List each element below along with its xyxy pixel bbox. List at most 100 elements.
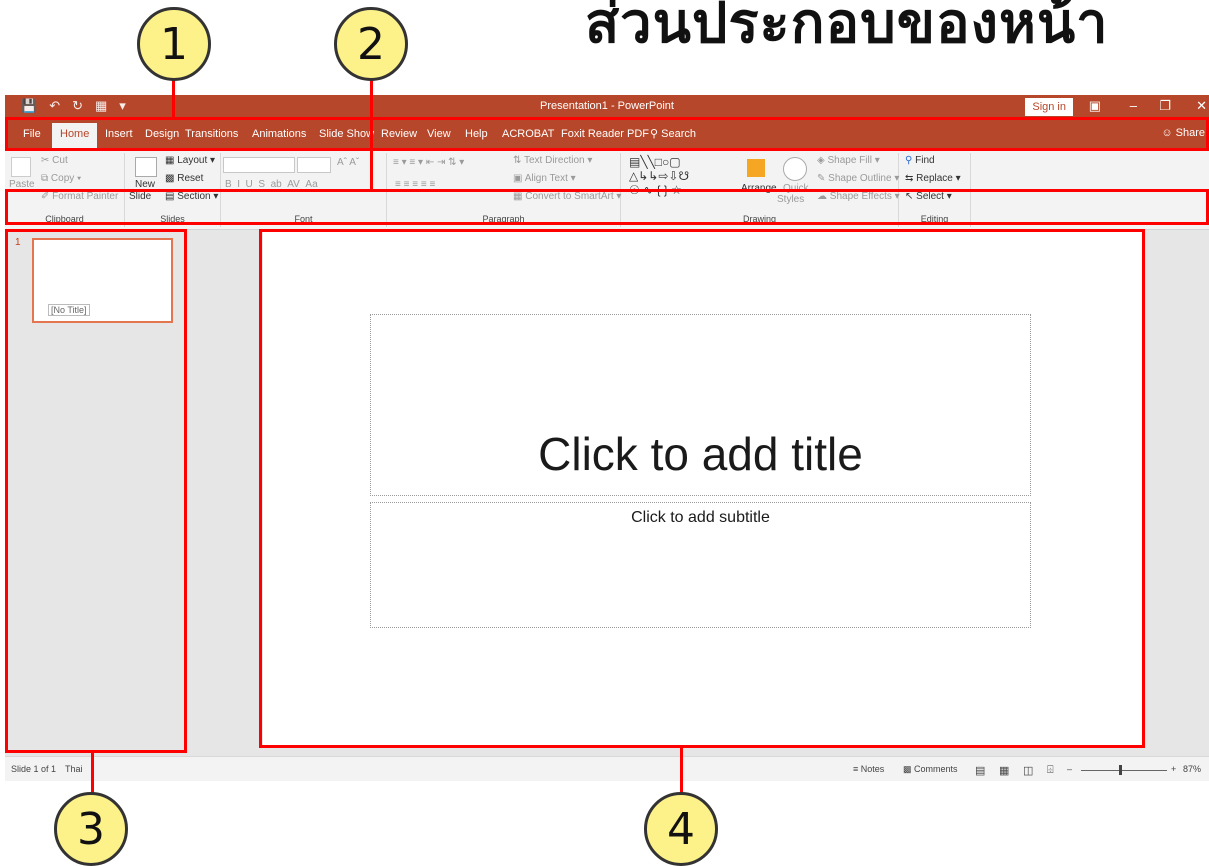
tab-review[interactable]: Review bbox=[377, 126, 421, 142]
group-editing: ⚲ Find ⇆ Replace ▾ ↖ Select ▾ Editing bbox=[899, 153, 971, 227]
close-icon[interactable]: ✕ bbox=[1196, 98, 1207, 114]
zoom-level[interactable]: 87% bbox=[1183, 764, 1201, 774]
slides-pane: 1 [No Title] bbox=[5, 230, 191, 756]
new-slide-icon bbox=[135, 157, 157, 177]
slide-thumbnail[interactable]: [No Title] bbox=[32, 238, 173, 323]
tab-animations[interactable]: Animations bbox=[248, 126, 310, 142]
normal-view-icon[interactable]: ▤ bbox=[975, 764, 985, 777]
convert-smartart-button[interactable]: ▦ Convert to SmartArt ▾ bbox=[513, 191, 621, 202]
group-drawing: ▤╲╲□○▢ △↳↳⇨⇩☋ ☉ ∿ { } ☆ Arrange Quick Styl… bbox=[621, 153, 900, 227]
connector-line-2 bbox=[370, 78, 373, 190]
slideshow-view-icon[interactable]: ⌹ bbox=[1047, 764, 1054, 777]
language-indicator[interactable]: Thai bbox=[65, 764, 83, 774]
quick-styles-button[interactable]: Quick bbox=[783, 183, 809, 194]
tab-home[interactable]: Home bbox=[52, 123, 98, 149]
alignment-icons[interactable]: ≡ ≡ ≡ ≡ ≡ bbox=[395, 179, 435, 190]
search-icon: ⚲ bbox=[650, 128, 659, 140]
slide-canvas[interactable]: Click to add title Click to add subtitle bbox=[263, 230, 1145, 747]
tell-me-search[interactable]: ⚲ Search bbox=[650, 127, 696, 140]
status-bar: Slide 1 of 1 Thai ≡ Notes ▩ Comments ▤ ▦… bbox=[5, 756, 1209, 781]
group-label-clipboard: Clipboard bbox=[45, 214, 84, 224]
reading-view-icon[interactable]: ◫ bbox=[1023, 764, 1033, 777]
title-placeholder[interactable]: Click to add title bbox=[370, 314, 1031, 496]
align-text-button[interactable]: ▣ Align Text ▾ bbox=[513, 173, 576, 184]
shapes-gallery[interactable]: ▤╲╲□○▢ △↳↳⇨⇩☋ ☉ ∿ { } ☆ bbox=[629, 155, 689, 197]
shape-outline-button[interactable]: ✎ Shape Outline ▾ bbox=[817, 173, 899, 184]
tab-acrobat[interactable]: ACROBAT bbox=[498, 126, 558, 142]
font-size-input[interactable] bbox=[297, 157, 331, 173]
reset-button[interactable]: ▩ Reset bbox=[165, 173, 203, 184]
callout-1: 1 bbox=[137, 7, 211, 81]
title-bar: 💾 ↶ ↻ ▦ ▾ Presentation1 - PowerPoint Sig… bbox=[5, 95, 1209, 119]
zoom-slider-thumb[interactable] bbox=[1119, 765, 1122, 775]
restore-icon[interactable]: ❐ bbox=[1159, 98, 1171, 114]
notes-button[interactable]: ≡ Notes bbox=[853, 764, 884, 774]
ribbon: Paste ✂ Cut ⧉ Copy ▾ ✐ Format Painter Cl… bbox=[5, 151, 1209, 230]
powerpoint-window: 💾 ↶ ↻ ▦ ▾ Presentation1 - PowerPoint Sig… bbox=[5, 95, 1209, 781]
effects-icon: ☁ bbox=[817, 191, 827, 202]
subtitle-placeholder-text: Click to add subtitle bbox=[631, 509, 770, 526]
sign-in-button[interactable]: Sign in bbox=[1025, 98, 1073, 116]
layout-button[interactable]: ▦ Layout ▾ bbox=[165, 155, 215, 166]
tab-slide-show[interactable]: Slide Show bbox=[315, 126, 378, 142]
layout-icon: ▦ bbox=[165, 155, 175, 166]
person-icon: ☺ bbox=[1161, 127, 1173, 139]
tab-transitions[interactable]: Transitions bbox=[181, 126, 242, 142]
scissors-icon: ✂ bbox=[41, 155, 50, 166]
callout-3: 3 bbox=[54, 792, 128, 866]
font-name-input[interactable] bbox=[223, 157, 295, 173]
shape-fill-button[interactable]: ◈ Shape Fill ▾ bbox=[817, 155, 880, 166]
zoom-out-icon[interactable]: – bbox=[1067, 764, 1072, 774]
align-text-icon: ▣ bbox=[513, 173, 523, 184]
smartart-icon: ▦ bbox=[513, 191, 523, 202]
cursor-icon: ↖ bbox=[905, 191, 914, 202]
find-icon: ⚲ bbox=[905, 155, 913, 166]
paint-bucket-icon: ◈ bbox=[817, 155, 825, 166]
cut-button[interactable]: ✂ Cut bbox=[41, 155, 68, 166]
tab-view[interactable]: View bbox=[423, 126, 455, 142]
new-slide-dropdown[interactable]: Slide bbox=[129, 191, 151, 202]
tab-insert[interactable]: Insert bbox=[101, 126, 137, 142]
comment-icon: ▩ bbox=[903, 764, 912, 774]
select-button[interactable]: ↖ Select ▾ bbox=[905, 191, 952, 202]
replace-button[interactable]: ⇆ Replace ▾ bbox=[905, 173, 961, 184]
group-label-font: Font bbox=[294, 214, 313, 224]
zoom-slider[interactable] bbox=[1081, 770, 1167, 771]
find-button[interactable]: ⚲ Find bbox=[905, 155, 935, 166]
section-button[interactable]: ▤ Section ▾ bbox=[165, 191, 218, 202]
group-slides: New Slide ▦ Layout ▾ ▩ Reset ▤ Section ▾… bbox=[125, 153, 221, 227]
group-label-paragraph: Paragraph bbox=[482, 214, 525, 224]
minimize-icon[interactable]: – bbox=[1130, 98, 1137, 113]
text-direction-icon: ⇅ bbox=[513, 155, 522, 166]
arrange-button[interactable]: Arrange bbox=[741, 183, 777, 194]
ribbon-tab-bar: File Home Insert Design Transitions Anim… bbox=[5, 119, 1209, 151]
zoom-in-icon[interactable]: + bbox=[1171, 764, 1176, 774]
tab-help[interactable]: Help bbox=[461, 126, 492, 142]
subtitle-placeholder[interactable]: Click to add subtitle bbox=[370, 502, 1031, 628]
tab-foxit-reader-pdf[interactable]: Foxit Reader PDF bbox=[557, 126, 653, 142]
new-slide-button[interactable]: New bbox=[135, 179, 155, 190]
text-direction-button[interactable]: ⇅ Text Direction ▾ bbox=[513, 155, 592, 166]
format-painter-button[interactable]: ✐ Format Painter bbox=[41, 191, 118, 202]
tab-design[interactable]: Design bbox=[141, 126, 183, 142]
notes-icon: ≡ bbox=[853, 764, 859, 774]
bullets-icon[interactable]: ≡ ▾ ≡ ▾ ⇤ ⇥ ⇅ ▾ bbox=[393, 157, 464, 168]
ribbon-display-options-icon[interactable]: ▣ bbox=[1089, 98, 1101, 114]
pen-icon: ✎ bbox=[817, 173, 826, 184]
group-label-editing: Editing bbox=[920, 214, 949, 224]
copy-button[interactable]: ⧉ Copy ▾ bbox=[41, 173, 81, 184]
paste-button[interactable]: Paste bbox=[9, 179, 35, 190]
font-format-icons[interactable]: B I U S ab AV Aa bbox=[225, 179, 318, 190]
share-button[interactable]: ☺ Share bbox=[1161, 127, 1205, 139]
shape-effects-button[interactable]: ☁ Shape Effects ▾ bbox=[817, 191, 900, 202]
group-label-slides: Slides bbox=[160, 214, 185, 224]
tab-file[interactable]: File bbox=[19, 126, 45, 142]
arrange-icon bbox=[747, 159, 765, 177]
group-clipboard: Paste ✂ Cut ⧉ Copy ▾ ✐ Format Painter Cl… bbox=[5, 153, 125, 227]
connector-line-1 bbox=[172, 78, 175, 120]
callout-2: 2 bbox=[334, 7, 408, 81]
font-grow-shrink-icons[interactable]: Aˆ Aˇ bbox=[337, 157, 359, 168]
comments-button[interactable]: ▩ Comments bbox=[903, 764, 958, 775]
slide-sorter-icon[interactable]: ▦ bbox=[999, 764, 1009, 777]
slide-number: 1 bbox=[15, 237, 21, 248]
